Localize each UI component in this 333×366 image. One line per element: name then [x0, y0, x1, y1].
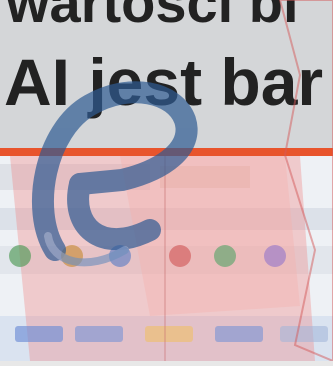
headline-line-1: wartości bi: [6, 0, 299, 34]
headline-area: wartości bi AI jest bar: [0, 0, 333, 148]
blurred-background: [0, 156, 333, 361]
background-graphic: [0, 156, 333, 361]
headline-line-2: AI jest bar: [4, 45, 324, 119]
accent-divider: [0, 148, 333, 156]
